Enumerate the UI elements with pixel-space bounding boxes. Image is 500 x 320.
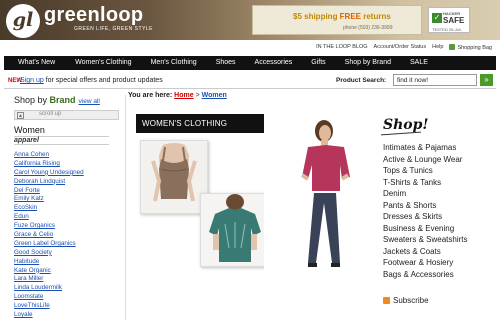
brand-link[interactable]: Emily Katz xyxy=(14,195,84,204)
breadcrumb-current[interactable]: Women xyxy=(202,92,227,99)
signup-bar: NEW Sign up for special offers and produ… xyxy=(4,72,496,89)
check-icon: ✓ xyxy=(432,13,442,23)
scroll-up-button[interactable]: ▲ scroll up xyxy=(14,110,119,120)
logo-mark[interactable]: gl xyxy=(6,4,40,38)
tank-top-photo[interactable] xyxy=(140,140,208,214)
scroll-up-label: scroll up xyxy=(39,111,62,117)
category-link[interactable]: Footwear & Hosiery xyxy=(383,257,467,269)
hacker-safe-date: TESTED 25-JUL xyxy=(432,27,462,32)
rss-icon xyxy=(383,297,390,304)
site-header: gl greenloop GREEN LIFE, GREEN STYLE $5 … xyxy=(0,0,500,40)
brand-link[interactable]: Good Society xyxy=(14,249,84,258)
product-search-label: Product Search: xyxy=(336,77,387,84)
brand-link[interactable]: Loyale xyxy=(14,311,84,320)
brand-link[interactable]: Del Forte xyxy=(14,187,84,196)
category-heading: Women xyxy=(14,125,109,137)
brand-link[interactable]: Habitude xyxy=(14,258,84,267)
breadcrumb-prefix: You are here: xyxy=(128,92,173,99)
category-link[interactable]: Denim xyxy=(383,188,467,200)
brand-link[interactable]: Deborah Lindquist xyxy=(14,178,84,187)
tagline: GREEN LIFE, GREEN STYLE xyxy=(74,26,154,32)
nav-sale[interactable]: SALE xyxy=(410,56,428,70)
brand-link[interactable]: Fuze Organics xyxy=(14,222,84,231)
brand-list: Anna Cohen California Rising Carol Young… xyxy=(14,151,84,320)
brand-link[interactable]: Kate Organic xyxy=(14,267,84,276)
category-link[interactable]: Pants & Shorts xyxy=(383,200,467,212)
nav-gifts[interactable]: Gifts xyxy=(311,56,325,70)
search-go-button[interactable]: » xyxy=(480,74,493,86)
subcategory-heading: apparel xyxy=(14,137,109,145)
category-link[interactable]: Intimates & Pajamas xyxy=(383,142,467,154)
tank-top-image xyxy=(141,141,207,213)
promo-text: $5 shipping FREE returns xyxy=(293,12,391,21)
column-divider xyxy=(125,95,126,320)
tshirt-image xyxy=(201,194,269,266)
category-list: Intimates & Pajamas Active & Lounge Wear… xyxy=(383,142,467,280)
brand-link[interactable]: EcoSkin xyxy=(14,204,84,213)
brand-link[interactable]: Loomstate xyxy=(14,293,84,302)
hacker-safe-main: SAFE xyxy=(443,16,465,25)
brand-link[interactable]: LoveThisLife xyxy=(14,302,84,311)
nav-shop-by-brand[interactable]: Shop by Brand xyxy=(345,56,391,70)
category-link[interactable]: Tops & Tunics xyxy=(383,165,467,177)
breadcrumb-sep: > xyxy=(195,92,200,99)
nav-shoes[interactable]: Shoes xyxy=(216,56,236,70)
brand-link[interactable]: Carol Young Undesigned xyxy=(14,169,84,178)
nav-accessories[interactable]: Accessories xyxy=(255,56,293,70)
shipping-promo[interactable]: $5 shipping FREE returns phone (503) 236… xyxy=(252,5,422,35)
signup-rest: for special offers and product updates xyxy=(43,77,163,84)
brand-label: Brand xyxy=(49,95,76,105)
category-link[interactable]: T-Shirts & Tanks xyxy=(383,177,467,189)
category-link[interactable]: Dresses & Skirts xyxy=(383,211,467,223)
arrow-right-icon: » xyxy=(484,75,489,84)
promo-phone: phone (503) 236-3999 xyxy=(343,25,393,31)
sidebar: Shop by Brand view all ▲ scroll up Women … xyxy=(14,95,124,320)
shopping-bag-label: Shopping Bag xyxy=(457,45,492,51)
category-link[interactable]: Sweaters & Sweatshirts xyxy=(383,234,467,246)
hacker-safe-badge[interactable]: ✓ HACKER SAFE TESTED 25-JUL xyxy=(428,7,470,33)
shopping-bag-link[interactable]: Shopping Bag xyxy=(449,44,492,51)
model-photo[interactable] xyxy=(264,113,376,276)
womens-clothing-banner: WOMEN'S CLOTHING xyxy=(136,114,282,133)
signup-link[interactable]: Sign up xyxy=(20,77,44,84)
tshirt-photo[interactable] xyxy=(200,193,270,267)
shopping-bag-icon xyxy=(449,44,456,50)
nav-womens-clothing[interactable]: Women's Clothing xyxy=(75,56,131,70)
breadcrumb-home[interactable]: Home xyxy=(174,92,193,99)
brand-link[interactable]: Green Label Organics xyxy=(14,240,84,249)
blog-link[interactable]: IN THE LOOP BLOG xyxy=(316,44,367,51)
logo-text[interactable]: greenloop xyxy=(44,4,143,27)
category-link[interactable]: Jackets & Coats xyxy=(383,246,467,258)
scroll-up-icon: ▲ xyxy=(17,112,24,119)
brand-link[interactable]: California Rising xyxy=(14,160,84,169)
view-all-link[interactable]: view all xyxy=(79,98,100,105)
brand-link[interactable]: Edun xyxy=(14,213,84,222)
brand-link[interactable]: Linda Loudermilk xyxy=(14,284,84,293)
account-link[interactable]: Account/Order Status xyxy=(374,44,427,51)
breadcrumb: You are here: Home > Women xyxy=(128,92,227,99)
brand-link[interactable]: Anna Cohen xyxy=(14,151,84,160)
help-link[interactable]: Help xyxy=(432,44,443,51)
brand-link[interactable]: Lara Miller xyxy=(14,275,84,284)
signup-text: Sign up for special offers and product u… xyxy=(20,77,163,84)
category-link[interactable]: Active & Lounge Wear xyxy=(383,154,467,166)
subscribe-label: Subscribe xyxy=(393,296,429,305)
category-link[interactable]: Bags & Accessories xyxy=(383,269,467,281)
brand-link[interactable]: Grace & Celio xyxy=(14,231,84,240)
shop-title: Shop! xyxy=(383,117,429,133)
shop-by-label: Shop by xyxy=(14,95,50,105)
category-link[interactable]: Business & Evening xyxy=(383,223,467,235)
nav-mens-clothing[interactable]: Men's Clothing xyxy=(151,56,197,70)
subscribe-link[interactable]: Subscribe xyxy=(383,296,429,305)
main-nav: What's New Women's Clothing Men's Clothi… xyxy=(4,56,496,70)
shop-by-brand-heading: Shop by Brand view all xyxy=(14,95,124,105)
model-image xyxy=(264,113,376,276)
utility-links: IN THE LOOP BLOG Account/Order Status He… xyxy=(316,44,492,51)
nav-whats-new[interactable]: What's New xyxy=(18,56,55,70)
product-search-input[interactable] xyxy=(393,74,477,86)
